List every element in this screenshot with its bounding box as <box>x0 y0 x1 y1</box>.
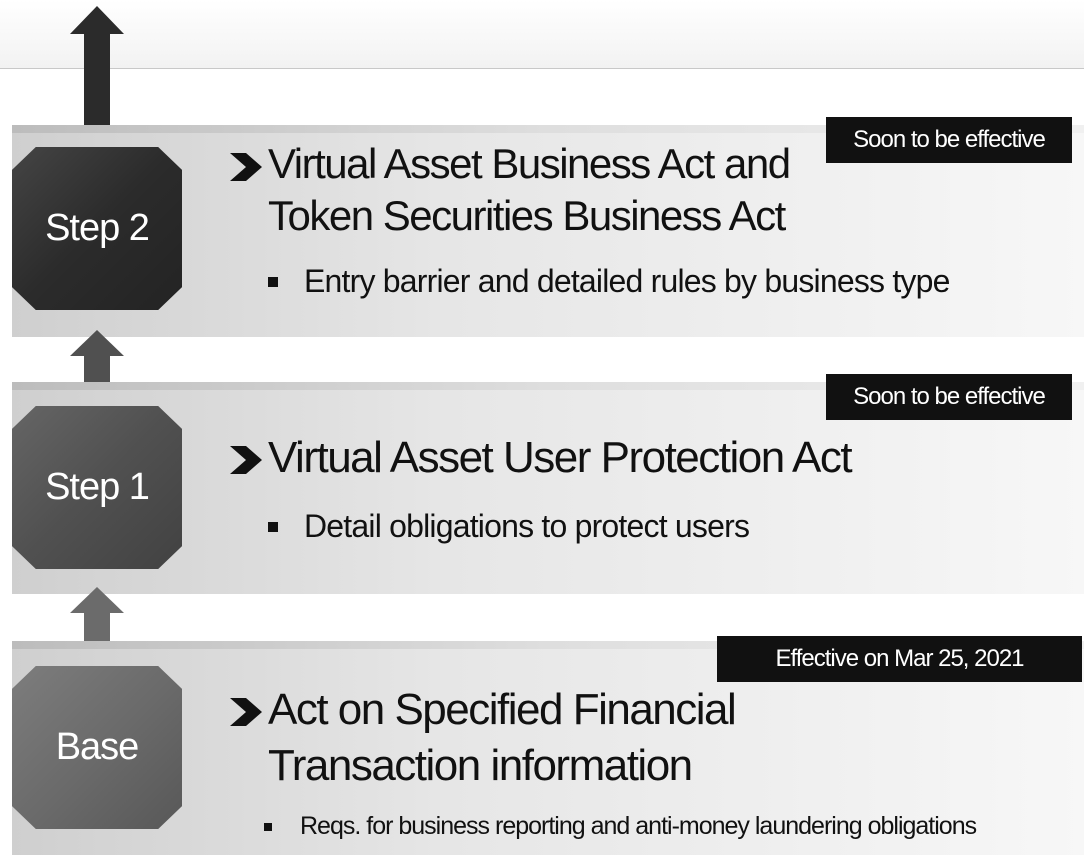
base-title-line2: Transaction information <box>268 741 693 790</box>
step-1-badge-text: Soon to be effective <box>853 383 1046 410</box>
base-title-line1: Act on Specified Financial <box>268 685 737 734</box>
bullet-square-icon <box>268 276 278 287</box>
step-2-badge-text: Soon to be effective <box>853 126 1046 153</box>
step-1-bullet: Detail obligations to protect users <box>268 508 750 545</box>
step-2-bullet: Entry barrier and detailed rules by busi… <box>268 263 950 300</box>
chevron-right-icon <box>228 694 264 730</box>
step-1-status-badge: Soon to be effective <box>826 374 1072 420</box>
step-1-title: Virtual Asset User Protection Act <box>228 432 853 484</box>
step-2-status-badge: Soon to be effective <box>826 117 1072 163</box>
step-1-box: Step 1 <box>12 406 182 569</box>
base-label: Base <box>55 726 140 768</box>
base-bullet: Reqs. for business reporting and anti-mo… <box>264 812 977 841</box>
step-2-title: Virtual Asset Business Act and Token Sec… <box>228 138 791 242</box>
step-1-bullet-text: Detail obligations to protect users <box>304 508 750 544</box>
step-2-box: Step 2 <box>12 147 182 310</box>
base-box: Base <box>12 666 182 829</box>
step-2-bullet-text: Entry barrier and detailed rules by busi… <box>304 263 950 299</box>
top-band <box>0 0 1084 69</box>
bullet-square-icon <box>264 822 272 831</box>
step-1-title-line1: Virtual Asset User Protection Act <box>268 433 853 482</box>
chevron-right-icon <box>228 149 264 185</box>
step-2-title-line2: Token Securities Business Act <box>268 192 786 239</box>
chevron-right-icon <box>228 442 264 478</box>
bullet-square-icon <box>268 521 278 532</box>
base-title: Act on Specified Financial Transaction i… <box>228 682 737 794</box>
base-badge-text: Effective on Mar 25, 2021 <box>775 645 1024 672</box>
step-2-label: Step 2 <box>45 207 150 249</box>
base-bullet-text: Reqs. for business reporting and anti-mo… <box>300 812 977 840</box>
step-2-title-line1: Virtual Asset Business Act and <box>268 140 791 187</box>
base-status-badge: Effective on Mar 25, 2021 <box>717 636 1082 682</box>
step-1-label: Step 1 <box>45 466 150 508</box>
